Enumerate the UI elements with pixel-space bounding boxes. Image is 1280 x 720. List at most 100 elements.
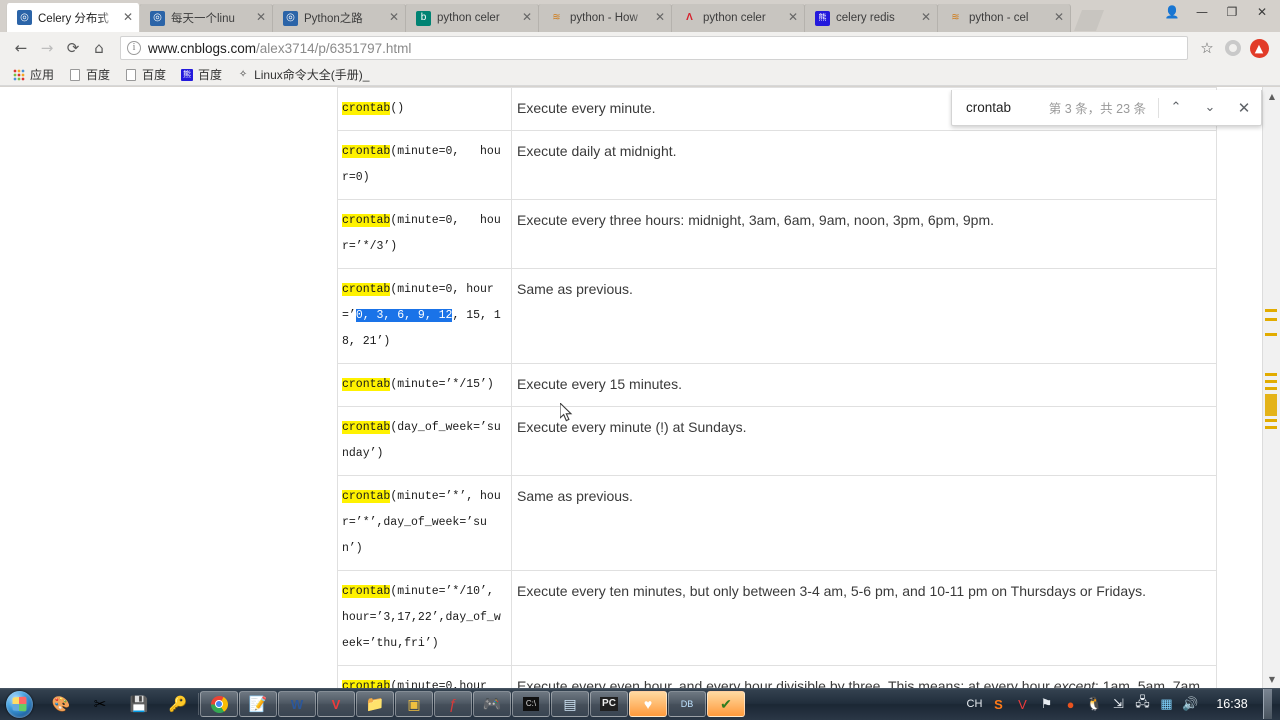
bookmark-linux-manual[interactable]: ✧ Linux命令大全(手册)_ <box>230 65 375 84</box>
close-button[interactable]: ✕ <box>1248 2 1276 22</box>
browser-tab-3[interactable]: b python celer ✕ <box>405 4 539 32</box>
crontab-code-cell[interactable]: crontab(day_of_week=’sunday’) <box>337 406 512 476</box>
flag-icon[interactable]: ⚑ <box>1038 696 1055 713</box>
bookmark-baidu-2[interactable]: 百度 <box>118 65 172 84</box>
forward-icon[interactable]: → <box>34 35 60 61</box>
address-bar[interactable]: i www.cnblogs.com/alex3714/p/6351797.htm… <box>120 36 1188 60</box>
taskbar-chrome-app[interactable] <box>200 691 238 717</box>
taskbar-window-app[interactable]: ▤ <box>551 691 589 717</box>
bookmark-baidu-1[interactable]: 百度 <box>62 65 116 84</box>
start-button[interactable] <box>2 689 36 719</box>
reload-icon[interactable]: ⟳ <box>60 35 86 61</box>
page-info-icon[interactable]: i <box>127 41 141 55</box>
crontab-code-cell[interactable]: crontab(minute=’*/15’) <box>337 363 512 407</box>
find-match-marker <box>1265 380 1277 383</box>
taskbar-heart-app[interactable]: ♥ <box>629 691 667 717</box>
tab-close-icon[interactable]: ✕ <box>1052 11 1066 25</box>
crontab-code-cell[interactable]: crontab(minute=’*/10’, hour=’3,17,22’,da… <box>337 570 512 666</box>
taskbar-navicat-app[interactable]: DB <box>668 691 706 717</box>
bookmark-baidu-3[interactable]: 熊 百度 <box>174 65 228 84</box>
browser-tab-0[interactable]: ◎ Celery 分布式 ✕ <box>6 3 140 32</box>
taskbar-save-app[interactable]: 💾 <box>120 691 158 717</box>
browser-tab-2[interactable]: ◎ Python之路 ✕ <box>272 4 406 32</box>
ime-indicator[interactable]: CH <box>966 696 983 713</box>
table-row: crontab(minute=0,hour=’*/2,*/3’)Execute … <box>337 665 1217 688</box>
volume-icon[interactable]: 🔊 <box>1182 696 1199 713</box>
crontab-code-cell[interactable]: crontab(minute=0, hour=’0, 3, 6, 9, 12, … <box>337 268 512 364</box>
minimize-button[interactable]: — <box>1188 2 1216 22</box>
extension-icon[interactable] <box>1220 35 1246 61</box>
share-icon[interactable]: ⇲ <box>1110 696 1127 713</box>
tab-close-icon[interactable]: ✕ <box>919 11 933 25</box>
crontab-description-cell: Execute daily at midnight. <box>511 130 1217 200</box>
network-icon[interactable]: 🖧 <box>1134 694 1151 713</box>
taskbar-editor-app[interactable]: 📝 <box>239 691 277 717</box>
browser-tab-6[interactable]: 熊 celery redis ✕ <box>804 4 938 32</box>
start-orb-icon <box>5 690 33 718</box>
media-app-icon: 🎮 <box>482 695 502 713</box>
url-host: www.cnblogs.com <box>148 40 257 56</box>
vivaldi-tray-icon[interactable]: V <box>1014 696 1031 713</box>
tab-strip: ◎ Celery 分布式 ✕ ◎ 每天一个linu ✕ ◎ Python之路 ✕… <box>0 0 1280 32</box>
bookmark-star-icon[interactable]: ☆ <box>1194 35 1220 61</box>
blog-favicon: ◎ <box>283 10 298 26</box>
bookmark-apps[interactable]: 应用 <box>6 65 60 84</box>
tab-close-icon[interactable]: ✕ <box>520 11 534 25</box>
browser-tab-7[interactable]: ≋ python - cel ✕ <box>937 4 1071 32</box>
home-icon[interactable]: ⌂ <box>86 35 112 61</box>
crontab-code-cell[interactable]: crontab(minute=0, hour=’*/3’) <box>337 199 512 269</box>
scroll-up-arrow[interactable]: ▲ <box>1263 87 1280 105</box>
bing-favicon: b <box>416 10 431 26</box>
app-icon[interactable]: ▦ <box>1158 696 1175 713</box>
scroll-down-arrow[interactable]: ▼ <box>1263 670 1280 688</box>
user-profile-icon[interactable]: 👤 <box>1158 2 1186 22</box>
tab-close-icon[interactable]: ✕ <box>786 11 800 25</box>
profile-avatar[interactable]: ▲ <box>1246 35 1272 61</box>
tab-title: 每天一个linu <box>171 13 235 25</box>
qq-penguin-icon[interactable]: 🐧 <box>1086 696 1103 713</box>
crontab-code-cell[interactable]: crontab(minute=0, hour=0) <box>337 130 512 200</box>
tab-close-icon[interactable]: ✕ <box>254 11 268 25</box>
find-close-button[interactable]: ✕ <box>1227 91 1261 125</box>
maximize-button[interactable]: ❐ <box>1218 2 1246 22</box>
taskbar-clock[interactable]: 16:38 <box>1212 697 1252 711</box>
taskbar-media-app[interactable]: 🎮 <box>473 691 511 717</box>
taskbar-folder-app[interactable]: 📁 <box>356 691 394 717</box>
page-viewport[interactable]: crontab() Execute every minute. crontab(mi… <box>0 87 1280 688</box>
taskbar-word-app[interactable]: W <box>278 691 316 717</box>
tab-close-icon[interactable]: ✕ <box>653 11 667 25</box>
blog-favicon: ◎ <box>150 10 165 26</box>
show-desktop-button[interactable] <box>1263 689 1272 719</box>
pycharm-app-icon: PC <box>600 697 618 711</box>
crontab-code-cell[interactable]: crontab(minute=’*’, hour=’*’,day_of_week… <box>337 475 512 571</box>
flash-app-icon: ƒ <box>448 695 458 713</box>
crontab-code-cell[interactable]: crontab() <box>337 87 512 131</box>
tab-title: python - How <box>570 12 638 24</box>
tab-close-icon[interactable]: ✕ <box>387 11 401 25</box>
browser-tab-5[interactable]: Λ python celer ✕ <box>671 4 805 32</box>
new-tab-button[interactable] <box>1074 10 1104 31</box>
taskbar-flash-app[interactable]: ƒ <box>434 691 472 717</box>
page-scrollbar[interactable]: ▲ ▼ <box>1262 87 1280 688</box>
find-input[interactable]: crontab <box>952 100 1049 115</box>
taskbar-pycharm-app[interactable]: PC <box>590 691 628 717</box>
taskbar-key-app[interactable]: 🔑 <box>159 691 197 717</box>
tab-close-icon[interactable]: ✕ <box>121 10 135 25</box>
taskbar-snipping-tool-app[interactable]: ✂ <box>81 691 119 717</box>
page-icon <box>68 68 82 82</box>
crontab-code-cell[interactable]: crontab(minute=0,hour=’*/2,*/3’) <box>337 665 512 688</box>
taskbar-vmware-app[interactable]: ▣ <box>395 691 433 717</box>
table-row: crontab(minute=0, hour=0) Execute daily a… <box>337 130 1217 200</box>
find-previous-button[interactable]: ⌃ <box>1159 91 1193 125</box>
back-icon[interactable]: ← <box>8 35 34 61</box>
browser-tab-4[interactable]: ≋ python - How ✕ <box>538 4 672 32</box>
windows-taskbar: 🎨 ✂ 💾 🔑 📝 W V 📁 ▣ ƒ 🎮 C:\ ▤ PC ♥ DB ✔ CH S V ⚑ ● 🐧 ⇲ 🖧 ▦… <box>0 688 1280 720</box>
taskbar-paint-app[interactable]: 🎨 <box>42 691 80 717</box>
taskbar-terminal-app[interactable]: C:\ <box>512 691 550 717</box>
sogou-icon[interactable]: S <box>990 696 1007 713</box>
record-icon[interactable]: ● <box>1062 696 1079 713</box>
taskbar-vivaldi-app[interactable]: V <box>317 691 355 717</box>
browser-tab-1[interactable]: ◎ 每天一个linu ✕ <box>139 4 273 32</box>
taskbar-xshell-app[interactable]: ✔ <box>707 691 745 717</box>
find-next-button[interactable]: ⌄ <box>1193 91 1227 125</box>
